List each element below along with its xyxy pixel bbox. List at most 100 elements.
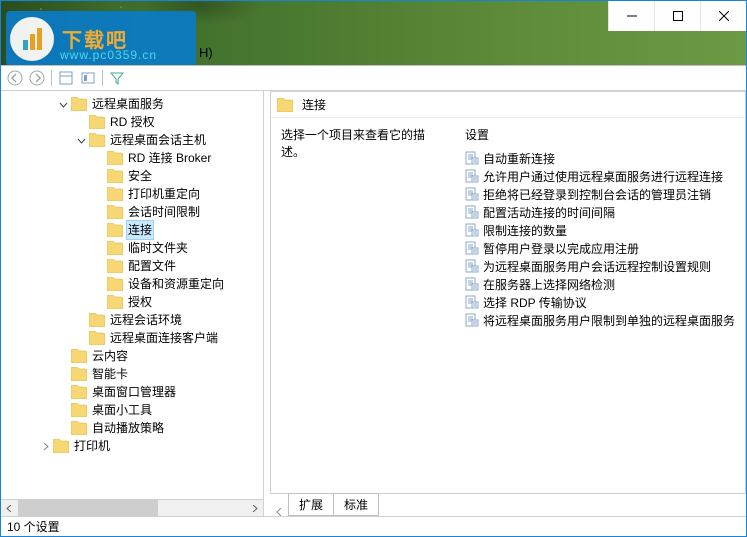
maximize-button[interactable] xyxy=(654,1,700,31)
tree-item-label: 打印机 xyxy=(72,437,112,455)
expander-none xyxy=(91,150,107,166)
close-button[interactable] xyxy=(700,1,746,31)
description-text: 选择一个项目来查看它的描述。 xyxy=(281,128,425,159)
tree-item-label: 远程桌面会话主机 xyxy=(108,131,208,149)
setting-item[interactable]: 为远程桌面服务用户会话远程控制设置规则 xyxy=(465,257,735,275)
tree-item-label: RD 授权 xyxy=(108,113,157,131)
tree-item[interactable]: 远程会话环境 xyxy=(1,311,263,329)
tree-panel[interactable]: 远程桌面服务RD 授权远程桌面会话主机RD 连接 Broker安全打印机重定向会… xyxy=(1,91,264,516)
toolbar-nav-forward-icon[interactable] xyxy=(29,70,45,86)
minimize-button[interactable] xyxy=(608,1,654,31)
tree: 远程桌面服务RD 授权远程桌面会话主机RD 连接 Broker安全打印机重定向会… xyxy=(1,91,263,459)
setting-item[interactable]: 允许用户通过使用远程桌面服务进行远程连接 xyxy=(465,167,735,185)
tree-item[interactable]: 桌面窗口管理器 xyxy=(1,383,263,401)
content-panel: 连接 选择一个项目来查看它的描述。 设置 自动重新连接允许用户通过使用远程桌面服… xyxy=(264,91,746,516)
scroll-right-button[interactable] xyxy=(246,500,263,516)
folder-icon xyxy=(53,439,69,453)
tree-item[interactable]: 打印机 xyxy=(1,437,263,455)
tree-item[interactable]: 远程桌面服务 xyxy=(1,95,263,113)
folder-icon xyxy=(89,331,105,345)
expander-open[interactable] xyxy=(73,132,89,148)
tree-item[interactable]: RD 连接 Broker xyxy=(1,149,263,167)
scroll-track[interactable] xyxy=(18,500,246,516)
setting-item-label: 暂停用户登录以完成应用注册 xyxy=(483,240,639,257)
tree-item[interactable]: RD 授权 xyxy=(1,113,263,131)
tree-item[interactable]: 远程桌面连接客户端 xyxy=(1,329,263,347)
setting-item[interactable]: 将远程桌面服务用户限制到单独的远程桌面服务 xyxy=(465,311,735,329)
folder-icon xyxy=(89,133,105,147)
tab-standard[interactable]: 标准 xyxy=(333,493,379,516)
tree-item[interactable]: 智能卡 xyxy=(1,365,263,383)
content-inner: 连接 选择一个项目来查看它的描述。 设置 自动重新连接允许用户通过使用远程桌面服… xyxy=(270,91,746,494)
expander-none xyxy=(55,402,71,418)
tree-item-label: 桌面窗口管理器 xyxy=(90,383,178,401)
expander-open[interactable] xyxy=(55,96,71,112)
tree-item[interactable]: 设备和资源重定向 xyxy=(1,275,263,293)
tree-item[interactable]: 连接 xyxy=(1,221,263,239)
setting-item[interactable]: 拒绝将已经登录到控制台会话的管理员注销 xyxy=(465,185,735,203)
tree-item[interactable]: 配置文件 xyxy=(1,257,263,275)
setting-item[interactable]: 在服务器上选择网络检测 xyxy=(465,275,735,293)
folder-icon xyxy=(107,295,123,309)
tree-item[interactable]: 云内容 xyxy=(1,347,263,365)
tree-item[interactable]: 远程桌面会话主机 xyxy=(1,131,263,149)
tabs-row: 扩展标准 xyxy=(264,494,746,516)
tab-scroll-left[interactable] xyxy=(270,508,288,516)
tree-item-label: RD 连接 Broker xyxy=(126,149,213,167)
setting-item-label: 自动重新连接 xyxy=(483,150,555,167)
tree-item-label: 授权 xyxy=(126,293,154,311)
folder-icon xyxy=(107,259,123,273)
status-text: 10 个设置 xyxy=(7,518,60,535)
minimize-icon xyxy=(627,11,637,21)
toolbar-action-1-icon[interactable] xyxy=(58,70,74,86)
settings-heading: 设置 xyxy=(465,126,735,143)
scroll-left-button[interactable] xyxy=(1,500,18,516)
logo-circle xyxy=(10,17,54,61)
toolbar-action-2-icon[interactable] xyxy=(80,70,96,86)
tree-item-label: 打印机重定向 xyxy=(126,185,202,203)
policy-item-icon xyxy=(465,223,479,237)
tree-item[interactable]: 安全 xyxy=(1,167,263,185)
tabs: 扩展标准 xyxy=(288,493,378,516)
setting-item[interactable]: 选择 RDP 传输协议 xyxy=(465,293,735,311)
tree-item[interactable]: 临时文件夹 xyxy=(1,239,263,257)
chevron-right-icon xyxy=(251,505,258,512)
tree-item-label: 配置文件 xyxy=(126,257,178,275)
watermark-logo: 下载吧 www.pc0359.cn xyxy=(6,11,196,66)
setting-item[interactable]: 暂停用户登录以完成应用注册 xyxy=(465,239,735,257)
folder-icon xyxy=(107,223,123,237)
logo-bars-icon xyxy=(23,28,42,50)
scroll-thumb[interactable] xyxy=(18,500,158,516)
expander-none xyxy=(55,384,71,400)
menu-fragment: H) xyxy=(199,45,213,60)
tree-item-label: 智能卡 xyxy=(90,365,130,383)
folder-icon xyxy=(71,367,87,381)
tree-item[interactable]: 会话时间限制 xyxy=(1,203,263,221)
folder-icon xyxy=(71,421,87,435)
policy-item-icon xyxy=(465,313,479,327)
tree-item[interactable]: 授权 xyxy=(1,293,263,311)
expander-none xyxy=(73,312,89,328)
folder-icon xyxy=(71,403,87,417)
policy-item-icon xyxy=(465,259,479,273)
folder-icon xyxy=(89,115,105,129)
expander-closed[interactable] xyxy=(37,438,53,454)
setting-item-label: 在服务器上选择网络检测 xyxy=(483,276,615,293)
setting-item[interactable]: 配置活动连接的时间间隔 xyxy=(465,203,735,221)
setting-item[interactable]: 限制连接的数量 xyxy=(465,221,735,239)
tree-item[interactable]: 打印机重定向 xyxy=(1,185,263,203)
chevron-down-icon xyxy=(77,136,86,145)
setting-item-label: 限制连接的数量 xyxy=(483,222,567,239)
content-body: 选择一个项目来查看它的描述。 设置 自动重新连接允许用户通过使用远程桌面服务进行… xyxy=(271,118,745,337)
folder-icon xyxy=(107,169,123,183)
toolbar-filter-icon[interactable] xyxy=(109,70,125,86)
tree-item[interactable]: 桌面小工具 xyxy=(1,401,263,419)
folder-icon xyxy=(71,349,87,363)
folder-icon xyxy=(107,205,123,219)
settings-column: 设置 自动重新连接允许用户通过使用远程桌面服务进行远程连接拒绝将已经登录到控制台… xyxy=(465,126,735,329)
tree-item[interactable]: 自动播放策略 xyxy=(1,419,263,437)
setting-item[interactable]: 自动重新连接 xyxy=(465,149,735,167)
tree-horizontal-scrollbar[interactable] xyxy=(1,499,263,516)
tab-extended[interactable]: 扩展 xyxy=(288,493,334,516)
toolbar-nav-back-icon[interactable] xyxy=(7,70,23,86)
